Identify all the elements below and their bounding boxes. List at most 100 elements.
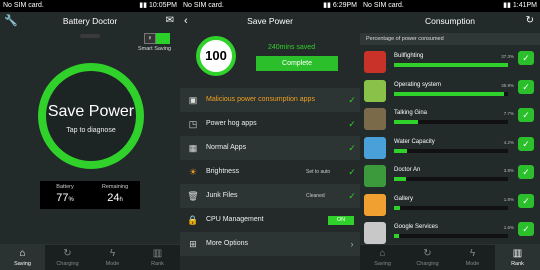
recycle-icon: ↻ [423, 248, 432, 259]
toggle-on-indicator [156, 33, 170, 44]
list-item[interactable]: Operating system 35.9% ✓ [360, 77, 540, 105]
status-time: 1:41PM [512, 2, 537, 9]
app-percent: 1.8% [503, 196, 514, 202]
app-percent: 37.3% [501, 54, 514, 59]
carrier-text: No SIM card. [363, 2, 404, 9]
power-score: 100 [196, 36, 236, 76]
smart-saving-label: Smart Saving [138, 46, 172, 52]
app-name: Gallery [394, 195, 414, 202]
row-normal-apps[interactable]: ▦ Normal Apps ✓ [180, 136, 360, 160]
row-brightness[interactable]: ☀ Brightness Set to auto ✓ [180, 160, 360, 184]
check-icon: ✓ [348, 166, 356, 177]
check-icon[interactable]: ✓ [518, 222, 534, 236]
battery-label: Battery [56, 184, 74, 190]
app-icon [364, 222, 386, 244]
lightning-icon: ϟ [469, 248, 476, 259]
title-bar: Consumption ↻ [360, 12, 540, 30]
list-item[interactable]: Water Capacity 4.2% ✓ [360, 134, 540, 162]
check-icon[interactable]: ✓ [518, 51, 534, 65]
check-icon[interactable]: ✓ [518, 136, 534, 151]
battery-unit: % [68, 197, 74, 203]
app-name: Google Services [394, 224, 439, 230]
usage-bar [394, 205, 508, 210]
bar-chart-icon: ▥ [152, 248, 163, 259]
tab-rank[interactable]: ▥ Rank [135, 245, 180, 270]
save-power-screen: No SIM card. ▮▮ 6:29PM ‹ Save Power 100 2… [180, 0, 360, 270]
row-more-options[interactable]: ⊞ More Options › [180, 232, 360, 256]
save-power-label: Save Power [47, 103, 135, 120]
complete-button[interactable]: Complete [256, 56, 338, 71]
refresh-icon[interactable]: ↻ [526, 12, 534, 30]
usage-bar-fill [394, 148, 407, 153]
tab-mode[interactable]: ϟ Mode [450, 245, 495, 270]
row-label: Power hog apps [206, 120, 257, 127]
remaining-label: Remaining [101, 184, 129, 190]
check-icon[interactable]: ✓ [518, 165, 534, 179]
app-icon [364, 108, 386, 130]
usage-bar-fill [394, 177, 406, 181]
row-power-hog-apps[interactable]: ◳ Power hog apps ✓ [180, 112, 360, 136]
app-percent: 3.8% [503, 168, 514, 173]
list-item[interactable]: Doctor An 3.8% ✓ [360, 162, 540, 190]
list-item[interactable]: Google Services 1.6% ✓ [360, 219, 540, 247]
usage-bar [394, 148, 508, 153]
app-percent: 35.9% [501, 82, 514, 88]
carrier-text: No SIM card. [3, 2, 44, 9]
bulb-icon: ♀ [144, 33, 156, 44]
list-item[interactable]: Gallery 1.8% ✓ [360, 191, 540, 219]
tab-charging[interactable]: ↻ Charging [45, 245, 90, 270]
tab-rank[interactable]: ▥ Rank [495, 245, 540, 270]
tab-saving[interactable]: ⌂ Saving [0, 245, 45, 270]
wrench-icon[interactable]: 🔧 [4, 12, 18, 30]
page-title: Consumption [424, 16, 476, 26]
app-percent: 4.2% [503, 139, 514, 145]
signal-icon: ▮▮ [139, 2, 147, 9]
usage-bar-fill [394, 234, 399, 238]
bottom-tab-bar: ⌂ Saving ↻ Charging ϟ Mode ▥ Rank [0, 244, 180, 270]
row-malicious-apps[interactable]: ▣ Malicious power consumption apps ✓ [180, 88, 360, 112]
check-icon[interactable]: ✓ [518, 108, 534, 122]
row-status: Set to auto [306, 169, 331, 175]
page-title: Battery Doctor [62, 16, 118, 26]
title-bar: ‹ Save Power [180, 12, 360, 30]
check-icon: ✓ [348, 94, 356, 105]
app-name: Doctor An [394, 167, 421, 173]
app-icon [364, 136, 386, 159]
battery-stats: Battery 77% Remaining 24h [40, 181, 140, 209]
recycle-icon: ↻ [63, 248, 72, 259]
home-icon: ⌂ [379, 248, 386, 259]
save-power-button[interactable]: Save Power Tap to diagnose [38, 63, 144, 169]
smart-saving-toggle[interactable]: ♀ [144, 33, 172, 44]
bar-chart-icon: ▥ [512, 248, 523, 259]
check-icon[interactable]: ✓ [518, 193, 534, 208]
row-label: Junk Files [206, 192, 238, 199]
signal-icon: ▮▮ [503, 2, 511, 9]
remaining-unit: h [119, 197, 123, 203]
status-bar: No SIM card. ▮▮ 6:29PM [180, 0, 360, 12]
trash-icon: 🗑 [187, 190, 199, 201]
row-junk-files[interactable]: 🗑 Junk Files Cleaned ✓ [180, 184, 360, 208]
cpu-on-toggle[interactable]: ON [328, 215, 354, 225]
list-item[interactable]: Talking Gina 7.7% ✓ [360, 105, 540, 133]
title-bar: 🔧 Battery Doctor ✉ [0, 12, 180, 30]
page-indicator [80, 34, 100, 38]
row-cpu-management[interactable]: 🔒 CPU Management ON [180, 208, 360, 232]
app-icon [364, 193, 386, 216]
status-bar: No SIM card. ▮▮ 1:41PM [360, 0, 540, 12]
page-title: Save Power [247, 16, 293, 26]
usage-bar [394, 120, 508, 124]
consumption-screen: No SIM card. ▮▮ 1:41PM Consumption ↻ Perc… [360, 0, 540, 270]
app-name: Talking Gina [394, 110, 428, 116]
status-time: 10:05PM [148, 2, 177, 9]
mail-icon[interactable]: ✉ [166, 12, 174, 30]
check-icon: ✓ [348, 118, 356, 129]
tab-mode[interactable]: ϟ Mode [90, 245, 135, 270]
tab-charging[interactable]: ↻ Charging [405, 245, 450, 270]
app-percent: 1.6% [503, 225, 514, 230]
tab-saving[interactable]: ⌂ Saving [360, 245, 405, 270]
check-icon[interactable]: ✓ [518, 79, 534, 94]
app-name: Operating system [394, 81, 442, 88]
list-item[interactable]: Bullfighting 37.3% ✓ [360, 48, 540, 76]
back-icon[interactable]: ‹ [184, 12, 188, 30]
battery-value: 77 [56, 192, 69, 204]
